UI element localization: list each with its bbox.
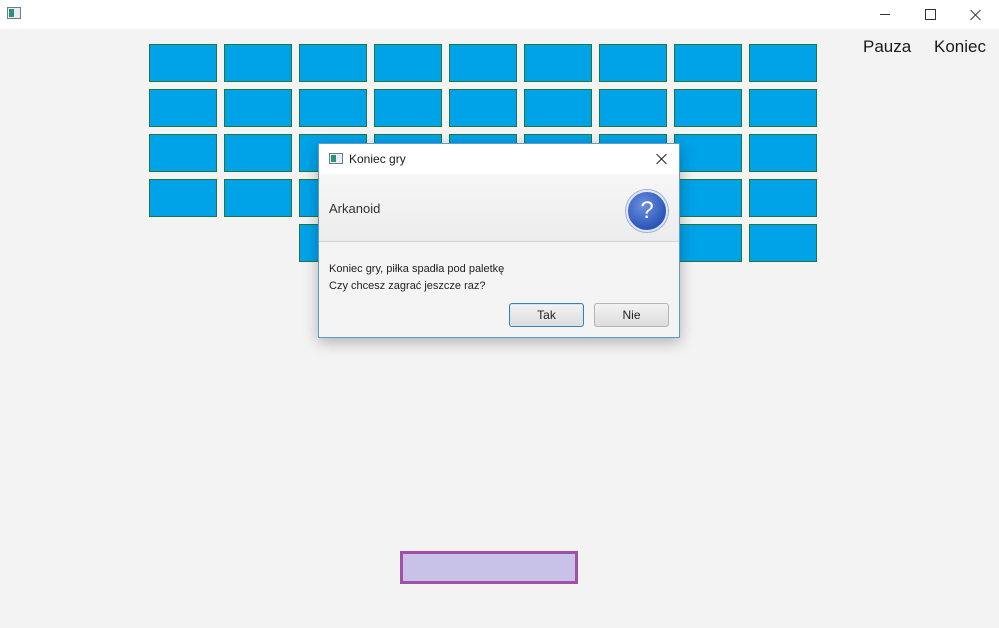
- brick: [449, 89, 517, 127]
- brick: [674, 179, 742, 217]
- maximize-icon: [924, 9, 936, 20]
- brick: [599, 44, 667, 82]
- brick: [224, 44, 292, 82]
- window-titlebar: [0, 0, 999, 29]
- brick: [224, 134, 292, 172]
- pause-menu-item[interactable]: Pauza: [863, 37, 911, 57]
- question-icon: ?: [626, 190, 668, 232]
- brick: [599, 89, 667, 127]
- brick: [149, 44, 217, 82]
- brick: [749, 134, 817, 172]
- dialog-message: Koniec gry, piłka spadła pod paletkę Czy…: [329, 261, 504, 295]
- dialog-message-line1: Koniec gry, piłka spadła pod paletkę: [329, 263, 505, 275]
- close-button[interactable]: [953, 0, 999, 29]
- dialog-header: Arkanoid: [319, 174, 679, 242]
- paddle[interactable]: [400, 551, 578, 584]
- game-over-dialog: Koniec gry Arkanoid ? Koniec gry, piłka …: [318, 143, 680, 338]
- brick: [674, 89, 742, 127]
- brick: [674, 224, 742, 262]
- brick: [299, 89, 367, 127]
- end-menu-item[interactable]: Koniec: [934, 37, 986, 57]
- close-icon: [970, 9, 982, 21]
- brick: [749, 179, 817, 217]
- dialog-close-button[interactable]: [650, 150, 674, 168]
- dialog-titlebar: Koniec gry: [319, 144, 679, 174]
- dialog-app-icon: [329, 153, 343, 164]
- close-icon: [656, 153, 668, 165]
- brick: [374, 89, 442, 127]
- brick: [449, 44, 517, 82]
- minimize-button[interactable]: [862, 0, 908, 29]
- brick: [749, 224, 817, 262]
- brick: [299, 44, 367, 82]
- brick: [224, 179, 292, 217]
- brick: [674, 44, 742, 82]
- brick: [224, 89, 292, 127]
- brick: [524, 44, 592, 82]
- app-icon: [7, 7, 21, 19]
- minimize-icon: [880, 14, 890, 15]
- no-button[interactable]: Nie: [594, 303, 669, 327]
- brick: [749, 44, 817, 82]
- brick: [149, 179, 217, 217]
- brick: [524, 89, 592, 127]
- dialog-header-text: Arkanoid: [329, 201, 381, 216]
- dialog-title: Koniec gry: [349, 152, 406, 166]
- yes-button[interactable]: Tak: [509, 303, 584, 327]
- maximize-button[interactable]: [907, 0, 953, 29]
- brick: [674, 134, 742, 172]
- brick: [749, 89, 817, 127]
- brick: [149, 134, 217, 172]
- brick: [149, 89, 217, 127]
- dialog-message-line2: Czy chcesz zagrać jeszcze raz?: [329, 280, 486, 292]
- brick: [374, 44, 442, 82]
